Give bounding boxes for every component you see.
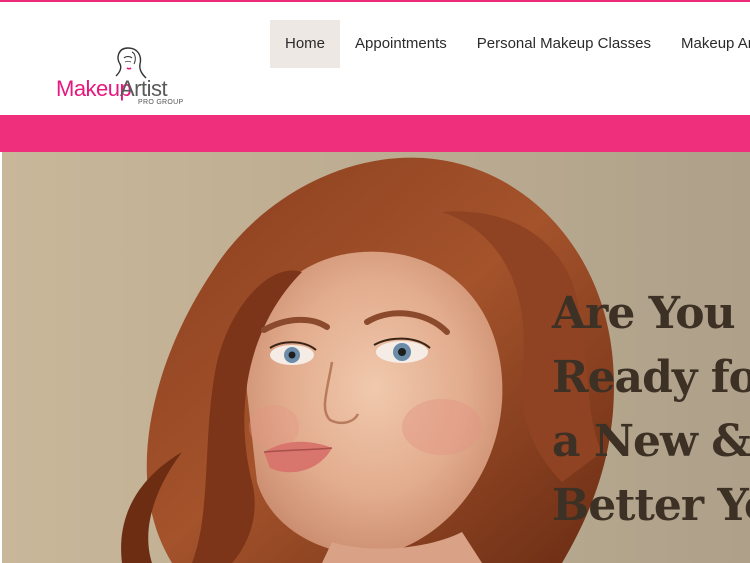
hero-heading-line: Better You xyxy=(552,480,750,531)
hero-heading-line: Ready for xyxy=(552,352,750,403)
hero-heading-line: Are You xyxy=(552,288,736,339)
woman-face-logo-icon xyxy=(115,47,147,79)
nav-item-makeup-artist[interactable]: Makeup Artist xyxy=(666,20,750,68)
site-header: Makeup Artist PRO GROUP Home Appointment… xyxy=(0,2,750,115)
hero-heading-line: a New & xyxy=(552,416,750,467)
hero-section: Are You Ready for a New & Better You xyxy=(0,152,750,563)
hero-heading: Are You Ready for a New & Better You xyxy=(552,282,750,538)
nav-item-appointments[interactable]: Appointments xyxy=(340,20,462,68)
main-navigation: Home Appointments Personal Makeup Classe… xyxy=(270,20,750,68)
site-logo[interactable]: Makeup Artist PRO GROUP xyxy=(56,46,196,108)
pink-banner-strip xyxy=(0,115,750,152)
logo-subtitle: PRO GROUP xyxy=(138,99,184,106)
nav-item-personal-makeup-classes[interactable]: Personal Makeup Classes xyxy=(462,20,666,68)
nav-item-home[interactable]: Home xyxy=(270,20,341,68)
